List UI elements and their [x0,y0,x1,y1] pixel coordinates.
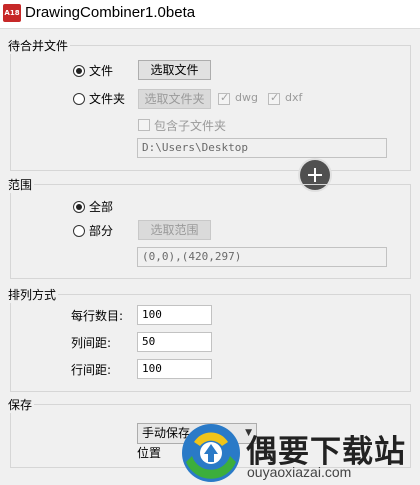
include-subfolders-label: 包含子文件夹 [154,119,227,133]
radio-part-label: 部分 [89,224,114,238]
radio-file[interactable] [73,65,85,77]
location-label: 位置 [137,446,162,460]
radio-folder[interactable] [73,93,85,105]
radio-part[interactable] [73,225,85,237]
select-file-button[interactable]: 选取文件 [138,60,211,80]
watermark-url: ouyaoxiazai.com [247,464,352,480]
dwg-label: dwg [235,91,258,104]
radio-file-label: 文件 [89,64,114,78]
save-group-label: 保存 [8,396,35,413]
per-row-input[interactable]: 100 [137,305,212,325]
title-bar: A18 DrawingCombiner1.0beta [0,0,420,29]
col-spacing-label: 列间距: [71,336,112,350]
include-subfolders-checkbox[interactable] [138,119,150,131]
per-row-label: 每行数目: [71,309,124,323]
radio-all-label: 全部 [89,200,114,214]
window-title: DrawingCombiner1.0beta [25,4,196,21]
col-spacing-input[interactable]: 50 [137,332,212,352]
dxf-checkbox[interactable] [268,91,280,105]
row-spacing-label: 行间距: [71,363,112,377]
range-group-label: 范围 [8,176,35,193]
dxf-label: dxf [285,91,303,104]
radio-all[interactable] [73,201,85,213]
range-field[interactable]: (0,0),(420,297) [137,247,387,267]
select-range-button[interactable]: 选取范围 [138,220,211,240]
row-spacing-input[interactable]: 100 [137,359,212,379]
path-field[interactable]: D:\Users\Desktop [137,138,387,158]
files-group-label: 待合并文件 [8,37,71,54]
radio-folder-label: 文件夹 [89,92,126,106]
watermark: 偶要下载站 ouyaoxiazai.com [180,420,420,485]
layout-group-label: 排列方式 [8,286,59,303]
autocad-app-icon: A18 [3,4,21,22]
dwg-checkbox[interactable] [218,91,230,105]
watermark-logo-icon [182,424,240,482]
select-folder-button[interactable]: 选取文件夹 [138,89,211,109]
